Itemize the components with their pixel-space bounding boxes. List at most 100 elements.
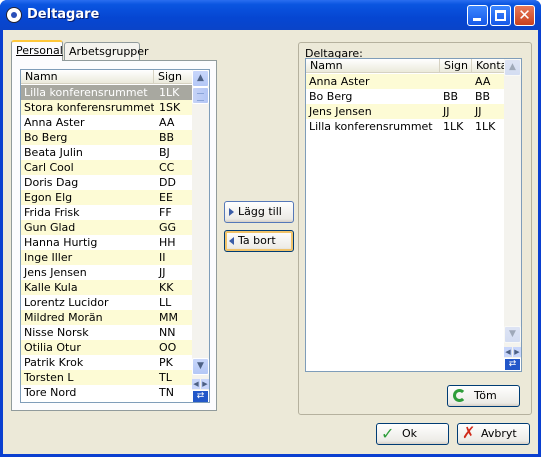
list-item[interactable]: Torsten L TL [21,370,192,385]
list-item[interactable]: Lilla konferensrummet 1LK 1LK [306,119,504,134]
minimize-button[interactable] [467,5,488,26]
list-item[interactable]: Lorentz Lucidor LL [21,295,192,310]
cell-sign: BB [443,90,459,103]
list-item[interactable]: Bo Berg BB BB [306,89,504,104]
cell-sign: BB [159,131,175,144]
participants-list[interactable]: Namn Sign Konta ▲ ▼ ◀ ▶ ⇄ Anna Aster AA Bo … [305,58,522,372]
arrow-right-icon [229,208,234,216]
scroll-up-button[interactable]: ▲ [504,59,521,76]
scroll-left-icon[interactable]: ◀ [504,347,512,357]
scroll-right-icon[interactable]: ▶ [201,379,209,389]
cell-namn: Nisse Norsk [24,326,89,339]
cell-sign: II [159,251,166,264]
tab-arbetsgrupper[interactable]: Arbetsgrupper [64,42,149,60]
list-item[interactable]: Frida Frisk FF [21,205,192,220]
scroll-up-button[interactable]: ▲ [192,70,209,87]
dialog-body: Personal Arbetsgrupper Namn Sign ▲ ▼ ◀ ▶ … [3,30,538,454]
cell-sign: LL [159,296,172,309]
column-header-konta[interactable]: Konta [472,59,506,73]
list-item[interactable]: Stora konferensrummet 1SK [21,100,192,115]
cell-sign: OO [159,341,177,354]
list-item[interactable]: Anna Aster AA [306,74,504,89]
column-header-namn[interactable]: Namn [21,70,154,84]
list-item[interactable]: Doris Dag DD [21,175,192,190]
cell-namn: Anna Aster [309,75,370,88]
cell-konta: AA [475,75,491,88]
cell-namn: Bo Berg [309,90,353,103]
ok-button[interactable]: ✓ Ok [376,423,449,445]
list-item[interactable]: Mildred Morän MM [21,310,192,325]
scroll-corner-controls: ◀ ▶ ⇄ [192,376,209,402]
column-header-namn[interactable]: Namn [306,59,440,73]
cell-namn: Carl Cool [24,161,74,174]
remove-button[interactable]: Ta bort [224,230,294,252]
checkmark-icon: ✓ [381,424,395,443]
cell-sign: TL [159,371,172,384]
list-item[interactable]: Gun Glad GG [21,220,192,235]
list-item[interactable]: Kalle Kula KK [21,280,192,295]
cell-namn: Gun Glad [24,221,76,234]
column-header-sign[interactable]: Sign [440,59,472,73]
title-bar[interactable]: Deltagare ✕ [0,0,541,30]
cell-konta: 1LK [475,120,496,133]
cell-namn: Otilia Otur [24,341,81,354]
scroll-down-button[interactable]: ▼ [192,358,209,375]
cell-sign: KK [159,281,174,294]
cell-sign: AA [159,116,175,129]
cell-namn: Lilla konferensrummet [309,120,433,133]
app-icon [6,7,22,23]
cancel-button[interactable]: ✗ Avbryt [457,423,530,445]
list-item[interactable]: Patrik Krok PK [21,355,192,370]
dialog-window: Deltagare ✕ Personal Arbetsgrupper Namn … [0,0,541,457]
cell-sign: JJ [159,266,166,279]
personal-tab-panel: Namn Sign ▲ ▼ ◀ ▶ ⇄ Lilla konferensrummet… [11,60,217,411]
cell-sign: BJ [159,146,170,159]
cell-namn: Tore Nord [24,386,77,399]
cell-namn: Beata Julin [24,146,83,159]
column-settings-icon[interactable]: ⇄ [192,390,209,402]
cell-sign: PK [159,356,173,369]
list-item[interactable]: Lilla konferensrummet 1LK [21,85,192,100]
list-item[interactable]: Bo Berg BB [21,130,192,145]
list-item[interactable]: Hanna Hurtig HH [21,235,192,250]
column-settings-icon[interactable]: ⇄ [504,358,521,371]
cell-sign: GG [159,221,177,234]
cell-konta: JJ [475,105,482,118]
cell-sign: JJ [443,105,450,118]
personal-list[interactable]: Namn Sign ▲ ▼ ◀ ▶ ⇄ Lilla konferensrummet… [20,69,210,403]
cell-namn: Inge Iller [24,251,73,264]
list-item[interactable]: Inge Iller II [21,250,192,265]
list-item[interactable]: Jens Jensen JJ [21,265,192,280]
cell-namn: Jens Jensen [309,105,372,118]
cell-konta: BB [475,90,491,103]
maximize-icon [495,10,506,21]
add-button[interactable]: Lägg till [224,201,294,223]
tab-personal[interactable]: Personal [11,40,63,61]
list-item[interactable]: Beata Julin BJ [21,145,192,160]
list-item[interactable]: Carl Cool CC [21,160,192,175]
list-item[interactable]: Egon Elg EE [21,190,192,205]
scroll-corner-controls: ◀ ▶ ⇄ [504,344,521,371]
close-button[interactable]: ✕ [514,5,535,26]
list-item[interactable]: Tore Nord TN [21,385,192,400]
maximize-button[interactable] [490,5,511,26]
scroll-thumb[interactable] [192,87,209,104]
scroll-right-icon[interactable]: ▶ [513,347,521,357]
list-header: Namn Sign [21,70,194,84]
cell-sign: HH [159,236,176,249]
recycle-icon [453,389,466,402]
cell-sign: CC [159,161,175,174]
cell-namn: Hanna Hurtig [24,236,98,249]
cell-namn: Anna Aster [24,116,85,129]
scroll-down-button[interactable]: ▼ [504,326,521,343]
personal-list-scrollbar[interactable]: ▲ ▼ ◀ ▶ ⇄ [192,70,209,402]
column-header-sign[interactable]: Sign [154,70,194,84]
list-item[interactable]: Otilia Otur OO [21,340,192,355]
clear-button[interactable]: Töm [447,385,520,407]
list-item[interactable]: Jens Jensen JJ JJ [306,104,504,119]
participants-list-scrollbar[interactable]: ▲ ▼ ◀ ▶ ⇄ [504,59,521,371]
list-item[interactable]: Nisse Norsk NN [21,325,192,340]
list-item[interactable]: Anna Aster AA [21,115,192,130]
cell-sign: FF [159,206,172,219]
cell-sign: TN [159,386,174,399]
